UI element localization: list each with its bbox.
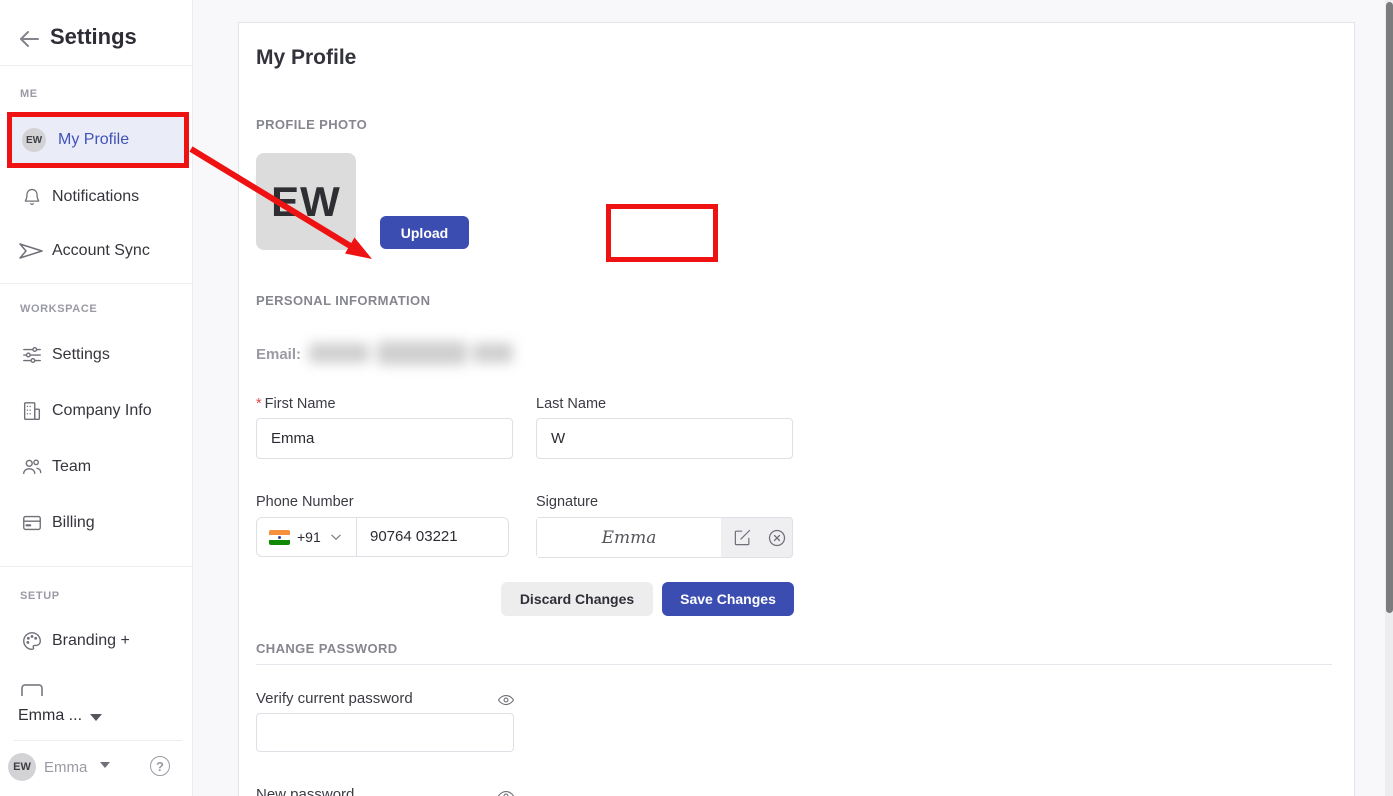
scrollbar-track[interactable] [1385,0,1393,796]
clipped-nav-icon [20,683,46,696]
sidebar-item-team[interactable]: Team [0,447,193,487]
first-name-input[interactable] [256,418,513,459]
profile-photo-avatar: EW [256,153,356,250]
bell-icon [21,186,43,208]
sidebar-item-company-info[interactable]: Company Info [0,391,193,431]
phone-label: Phone Number [256,494,354,510]
verify-password-input[interactable] [256,713,514,752]
signature-preview: Emma [537,518,721,557]
required-asterisk: * [256,396,262,412]
sidebar-item-label: Billing [52,514,95,532]
settings-sidebar: Settings ME EW My Profile Notifications … [0,0,193,796]
sidebar-item-account-sync[interactable]: Account Sync [0,231,193,271]
remove-signature-icon[interactable] [767,528,787,548]
discard-changes-button[interactable]: Discard Changes [501,582,653,616]
user-name[interactable]: Emma [44,759,87,776]
divider [0,65,193,66]
divider [256,664,1332,665]
chevron-down-icon [329,530,343,544]
workspace-name: Emma ... [18,707,82,724]
my-profile-panel: My Profile PROFILE PHOTO EW Upload PERSO… [238,22,1355,796]
section-profile-photo: PROFILE PHOTO [256,117,367,132]
send-icon [18,240,44,262]
phone-field: +91 90764 03221 [256,517,509,557]
sidebar-item-branding[interactable]: Branding + [0,621,193,661]
phone-number-value[interactable]: 90764 03221 [370,528,458,545]
email-label: Email: [256,346,301,363]
building-icon [21,400,43,422]
sidebar-header: Settings [0,0,192,65]
credit-card-icon [21,512,43,534]
signature-label: Signature [536,494,598,510]
section-label-workspace: WORKSPACE [20,303,97,315]
divider [14,740,182,741]
upload-button[interactable]: Upload [380,216,469,249]
save-changes-button[interactable]: Save Changes [662,582,794,616]
sidebar-item-notifications[interactable]: Notifications [0,177,193,217]
sidebar-title: Settings [50,24,137,50]
new-password-label: New password [256,786,354,796]
sidebar-item-settings[interactable]: Settings [0,335,193,375]
country-code-select[interactable]: +91 [257,518,357,556]
last-name-label: Last Name [536,396,606,412]
sidebar-item-label: Notifications [52,188,139,206]
chevron-down-icon [90,714,102,721]
email-value-blurred [307,335,517,373]
avatar: EW [8,753,36,781]
user-menu: EW Emma ? [0,748,193,788]
scrollbar-thumb[interactable] [1386,2,1393,613]
sidebar-item-label: My Profile [58,131,129,149]
section-label-me: ME [20,88,38,100]
last-name-input[interactable] [536,418,793,459]
sidebar-item-my-profile[interactable]: EW My Profile [11,117,185,163]
signature-text: Emma [602,528,657,548]
sliders-icon [21,344,43,366]
avatar: EW [22,128,46,152]
edit-signature-icon[interactable] [733,528,752,547]
sidebar-item-label: Settings [52,346,110,364]
signature-field: Emma [536,517,793,558]
chevron-down-icon[interactable] [100,762,110,768]
toggle-password-visibility-icon[interactable] [497,691,515,709]
section-personal-information: PERSONAL INFORMATION [256,293,430,308]
sidebar-item-billing[interactable]: Billing [0,503,193,543]
workspace-selector[interactable]: Emma ... [18,707,178,731]
sidebar-item-label: Account Sync [52,242,150,260]
palette-icon [21,630,43,652]
verify-password-label: Verify current password [256,690,413,707]
first-name-label: *First Name [256,396,336,412]
sidebar-item-label: Branding + [52,632,130,650]
page-title: My Profile [256,46,356,70]
toggle-password-visibility-icon[interactable] [497,787,515,796]
sidebar-item-label: Team [52,458,91,476]
people-icon [21,456,43,478]
section-label-setup: SETUP [20,590,60,602]
back-arrow-icon[interactable] [17,27,41,51]
divider [0,566,193,567]
country-code: +91 [297,529,321,545]
sidebar-item-label: Company Info [52,402,152,420]
divider [0,283,193,284]
help-icon[interactable]: ? [150,756,170,776]
india-flag-icon [269,530,290,545]
section-change-password: CHANGE PASSWORD [256,641,398,656]
